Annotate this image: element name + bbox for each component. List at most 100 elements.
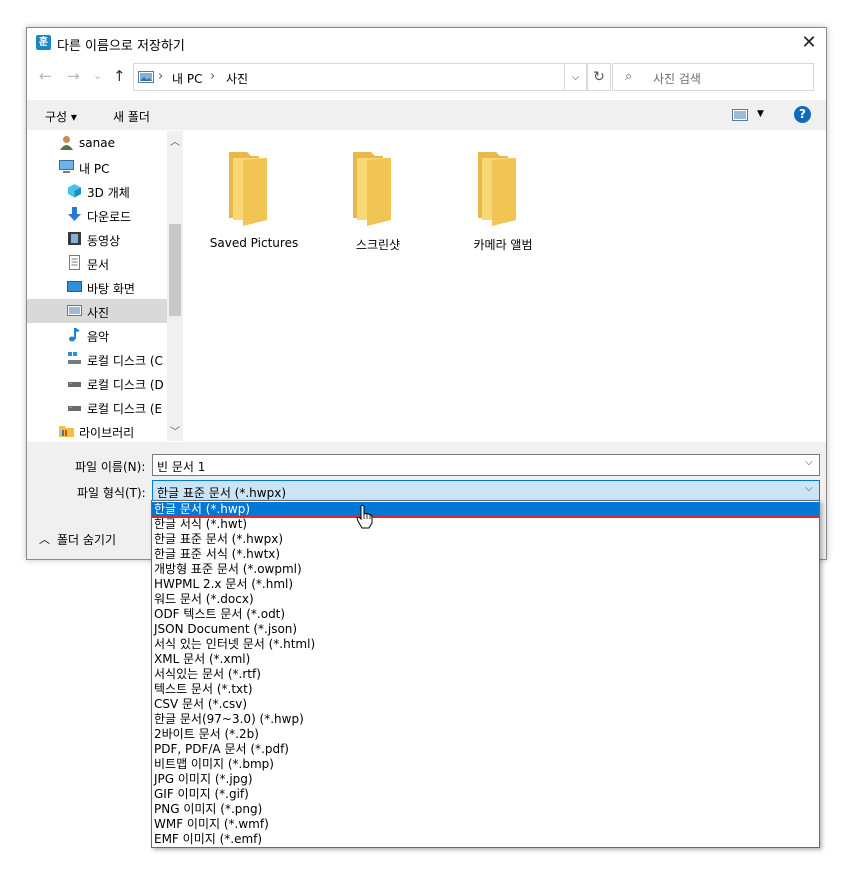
hangul-app-icon: 훈 [36,35,51,50]
file-type-option[interactable]: 한글 표준 문서 (*.hwpx) [154,532,283,547]
folder-camera-roll[interactable]: 카메라 앨범 [458,148,548,258]
file-type-option[interactable]: 한글 표준 서식 (*.hwtx) [154,547,280,562]
close-button[interactable]: ✕ [797,32,821,54]
scroll-down-icon[interactable]: ﹀ [170,423,180,438]
scroll-up-icon[interactable]: ︿ [170,133,180,148]
music-icon [69,328,80,342]
nav-item-3d-objects[interactable]: 3D 개체 [27,179,167,203]
nav-label: 로컬 디스크 (D [87,378,164,392]
file-type-option[interactable]: HWPML 2.x 문서 (*.hml) [154,577,293,592]
back-arrow-icon[interactable]: ← [39,67,52,85]
file-type-option[interactable]: CSV 문서 (*.csv) [154,697,247,712]
breadcrumb-this-pc[interactable]: 내 PC [172,70,202,87]
chevron-up-icon[interactable]: ︿ [39,531,50,547]
file-type-option[interactable]: 텍스트 문서 (*.txt) [154,682,253,697]
nav-item-local-disk-c[interactable]: 로컬 디스크 (C [27,347,167,371]
file-type-option[interactable]: 워드 문서 (*.docx) [154,592,254,607]
nav-item-pictures[interactable]: 사진 [27,299,167,323]
nav-item-sanae[interactable]: sanae [27,131,167,155]
file-type-option[interactable]: 개방형 표준 문서 (*.owpml) [154,562,302,577]
windows-drive-icon [68,352,81,364]
file-type-select[interactable]: 한글 표준 문서 (*.hwpx) ⌵ [152,480,820,502]
file-type-option[interactable]: PNG 이미지 (*.png) [154,802,262,817]
file-type-label: 파일 형식(T): [77,486,146,500]
file-name-input[interactable]: 빈 문서 1 ⌵ [152,454,820,476]
address-bar[interactable]: › 내 PC › 사진 [133,63,565,91]
nav-item-libraries[interactable]: 라이브러리 [27,419,167,441]
nav-label: 문서 [87,258,110,272]
file-type-option[interactable]: 한글 서식 (*.hwt) [154,517,247,532]
library-icon [59,426,74,437]
nav-label: 로컬 디스크 (C [87,354,163,368]
folder-saved-pictures[interactable]: Saved Pictures [209,148,299,258]
file-type-option[interactable]: WMF 이미지 (*.wmf) [154,817,269,832]
computer-icon [59,160,74,173]
file-name-value: 빈 문서 1 [157,460,206,474]
organize-button[interactable]: 구성 ▾ [45,108,77,125]
nav-label: sanae [79,136,115,150]
scrollbar-thumb[interactable] [169,224,181,316]
folder-screenshots[interactable]: 스크린샷 [333,148,423,258]
folder-icon [478,152,516,226]
refresh-icon[interactable]: ↻ [587,63,611,91]
file-name-label: 파일 이름(N): [75,460,146,474]
view-dropdown-icon[interactable]: ▼ [757,109,764,119]
folder-icon [353,152,391,226]
folder-label: Saved Pictures [209,236,299,250]
search-icon: ⌕ [625,69,633,84]
file-type-option[interactable]: 서식있는 문서 (*.rtf) [154,667,261,682]
hide-folders-button[interactable]: 폴더 숨기기 [57,531,116,548]
breadcrumb-pictures[interactable]: 사진 [226,70,248,87]
nav-item-documents[interactable]: 문서 [27,251,167,275]
file-type-option[interactable]: JPG 이미지 (*.jpg) [154,772,253,787]
title-bar: 훈 다른 이름으로 저장하기 ✕ [27,28,826,58]
file-type-option[interactable]: EMF 이미지 (*.emf) [154,832,262,847]
search-placeholder: 사진 검색 [653,72,701,86]
nav-label: 음악 [87,330,110,344]
save-as-dialog: 훈 다른 이름으로 저장하기 ✕ ← → ⌄ ↑ › 내 PC › 사진 ⌵ ↻… [26,27,827,560]
nav-item-music[interactable]: 음악 [27,323,167,347]
address-dropdown-icon[interactable]: ⌵ [565,63,587,91]
file-type-option[interactable]: 2바이트 문서 (*.2b) [154,727,259,742]
pictures-icon [67,305,82,316]
file-name-dropdown-icon[interactable]: ⌵ [805,457,813,468]
file-type-option[interactable]: JSON Document (*.json) [154,622,297,637]
forward-arrow-icon[interactable]: → [67,67,80,85]
breadcrumb-separator: › [210,69,216,84]
nav-label: 동영상 [87,234,121,248]
up-arrow-icon[interactable]: ↑ [113,67,126,85]
nav-label: 바탕 화면 [87,282,135,296]
file-type-value: 한글 표준 문서 (*.hwpx) [157,486,287,500]
nav-item-local-disk-e[interactable]: 로컬 디스크 (E [27,395,167,419]
file-type-dropdown-icon[interactable]: ⌵ [805,483,813,494]
file-type-option[interactable]: GIF 이미지 (*.gif) [154,787,249,802]
help-icon[interactable]: ? [794,106,811,123]
nav-item-this-pc[interactable]: 내 PC [27,155,167,179]
search-box[interactable]: ⌕ 사진 검색 [612,63,814,91]
nav-label: 다운로드 [87,210,132,224]
file-type-option[interactable]: PDF, PDF/A 문서 (*.pdf) [154,742,289,757]
view-options-icon[interactable] [732,109,748,121]
folder-label: 스크린샷 [355,238,401,252]
nav-item-local-disk-d[interactable]: 로컬 디스크 (D [27,371,167,395]
nav-label: 라이브러리 [79,426,135,440]
file-type-dropdown-list[interactable]: 한글 문서 (*.hwp) 한글 서식 (*.hwt) 한글 표준 문서 (*.… [151,500,820,848]
recent-locations-icon[interactable]: ⌄ [93,69,102,82]
drive-icon [68,382,81,387]
nav-item-downloads[interactable]: 다운로드 [27,203,167,227]
nav-item-desktop[interactable]: 바탕 화면 [27,275,167,299]
folder-icon [229,152,267,226]
nav-label: 로컬 디스크 (E [87,402,163,416]
hand-cursor-icon [356,505,373,529]
highlight-underline [152,516,819,518]
file-type-option-selected[interactable]: 한글 문서 (*.hwp) [152,502,819,517]
desktop-icon [67,281,82,292]
new-folder-button[interactable]: 새 폴더 [113,108,150,125]
file-type-option[interactable]: ODF 텍스트 문서 (*.odt) [154,607,285,622]
file-type-option[interactable]: 서식 있는 인터넷 문서 (*.html) [154,637,315,652]
file-type-option[interactable]: 비트맵 이미지 (*.bmp) [154,757,274,772]
file-type-option[interactable]: 한글 문서(97~3.0) (*.hwp) [154,712,304,727]
file-type-option[interactable]: XML 문서 (*.xml) [154,652,250,667]
window-title: 다른 이름으로 저장하기 [57,39,185,54]
nav-item-videos[interactable]: 동영상 [27,227,167,251]
